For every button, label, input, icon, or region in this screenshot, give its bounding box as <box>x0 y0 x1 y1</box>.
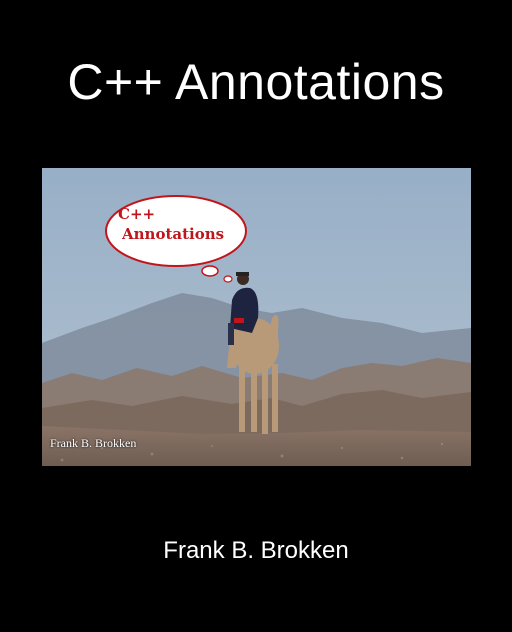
book-author: Frank B. Brokken <box>163 537 349 564</box>
bubble-line-2: Annotations <box>122 225 225 243</box>
book-title: C++ Annotations <box>67 54 445 110</box>
photo-credit: Frank B. Brokken <box>50 436 137 450</box>
cover-photo: C++ Annotations Frank B. Brokken <box>42 168 471 466</box>
bubble-line-1: C++ <box>118 205 156 223</box>
thought-bubble-text: C++ Annotations <box>112 204 262 244</box>
